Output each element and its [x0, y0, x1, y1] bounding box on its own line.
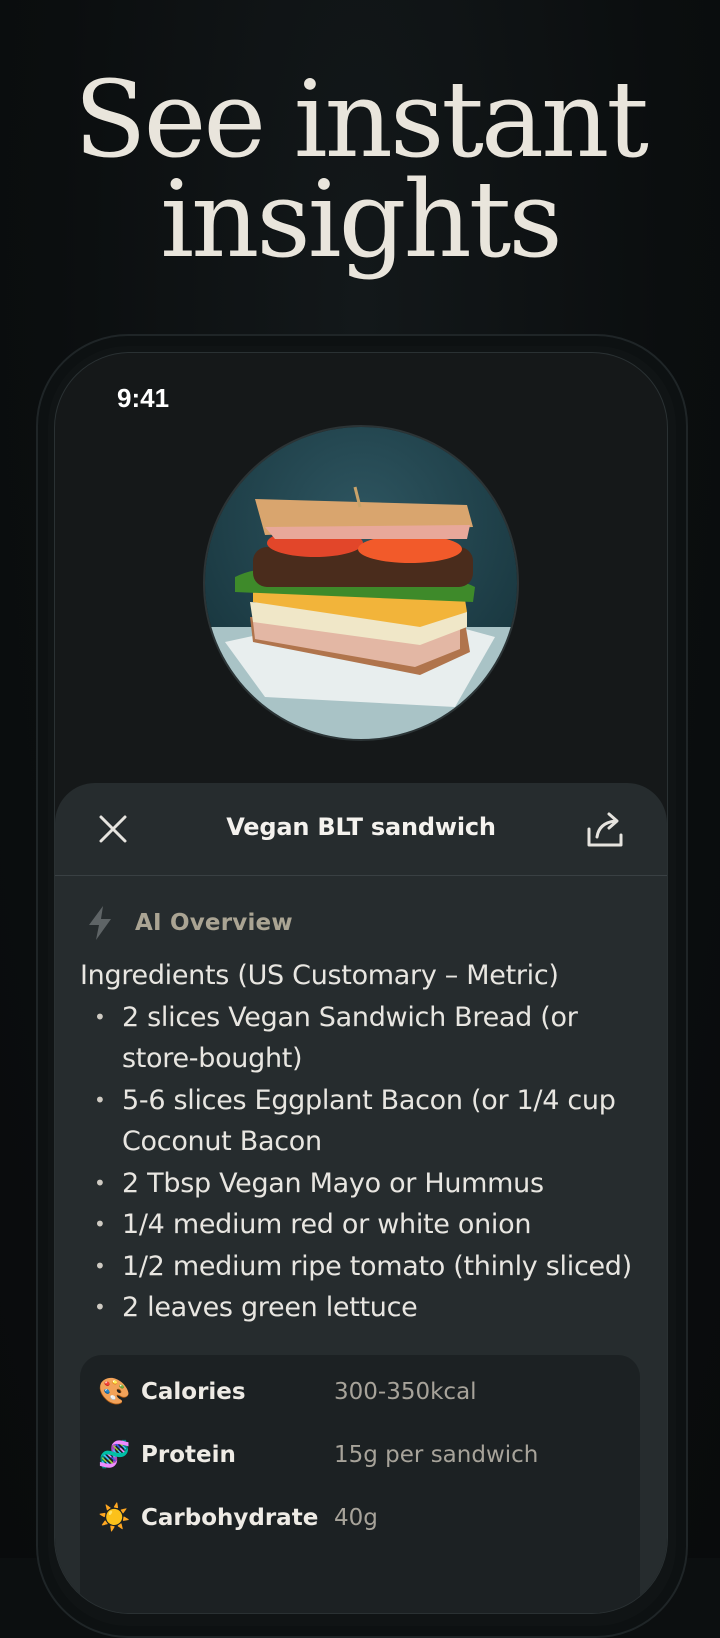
nutrition-label: Protein — [141, 1442, 236, 1468]
nutrition-label: Calories — [141, 1379, 246, 1405]
palette-icon: 🎨 — [98, 1377, 131, 1407]
share-button[interactable] — [583, 807, 627, 851]
ingredient-item: 2 Tbsp Vegan Mayo or Hummus — [80, 1163, 650, 1205]
nutrition-value: 15g per sandwich — [334, 1442, 539, 1468]
dna-icon: 🧬 — [98, 1440, 131, 1470]
sandwich-image — [205, 427, 517, 739]
nutrition-row-protein: 🧬 Protein 15g per sandwich — [80, 1430, 640, 1480]
ingredient-item: 1/4 medium red or white onion — [80, 1204, 650, 1246]
ai-overview-row: AI Overview — [85, 903, 293, 943]
nutrition-row-calories: 🎨 Calories 300-350kcal — [80, 1367, 640, 1417]
sheet-title: Vegan BLT sandwich — [226, 813, 496, 841]
share-icon — [587, 812, 623, 847]
ingredient-item: 2 slices Vegan Sandwich Bread (or store-… — [80, 997, 650, 1080]
nutrition-value: 40g — [334, 1505, 378, 1531]
phone-screen: 9:41 Vegan BLT sandwich AI Overview Ingr… — [54, 352, 668, 1614]
lightning-icon — [89, 906, 111, 940]
headline-line-1: See instant — [74, 58, 649, 181]
nutrition-value: 300-350kcal — [334, 1379, 477, 1405]
status-time: 9:41 — [117, 383, 170, 413]
nutrition-card: 🎨 Calories 300-350kcal 🧬 Protein 15g per… — [80, 1355, 640, 1613]
headline: See instant insights — [0, 58, 720, 281]
nutrition-row-carbohydrate: ☀️ Carbohydrate 40g — [80, 1493, 640, 1543]
ingredient-item: 2 leaves green lettuce — [80, 1287, 650, 1329]
ingredients-heading: Ingredients (US Customary – Metric) — [80, 960, 559, 991]
detail-sheet: Vegan BLT sandwich AI Overview Ingredien… — [55, 783, 667, 1613]
ingredient-item: 1/2 medium ripe tomato (thinly sliced) — [80, 1246, 650, 1288]
ingredient-item: 5-6 slices Eggplant Bacon (or 1/4 cup Co… — [80, 1080, 650, 1163]
sheet-header: Vegan BLT sandwich — [55, 783, 667, 876]
sun-icon: ☀️ — [98, 1503, 131, 1533]
headline-line-2: insights — [160, 158, 563, 281]
ingredients-list: 2 slices Vegan Sandwich Bread (or store-… — [80, 997, 650, 1329]
nutrition-label: Carbohydrate — [141, 1505, 319, 1531]
food-photo — [203, 425, 519, 741]
ai-overview-label: AI Overview — [135, 910, 293, 936]
ingredients-section: Ingredients (US Customary – Metric) 2 sl… — [80, 955, 650, 1329]
